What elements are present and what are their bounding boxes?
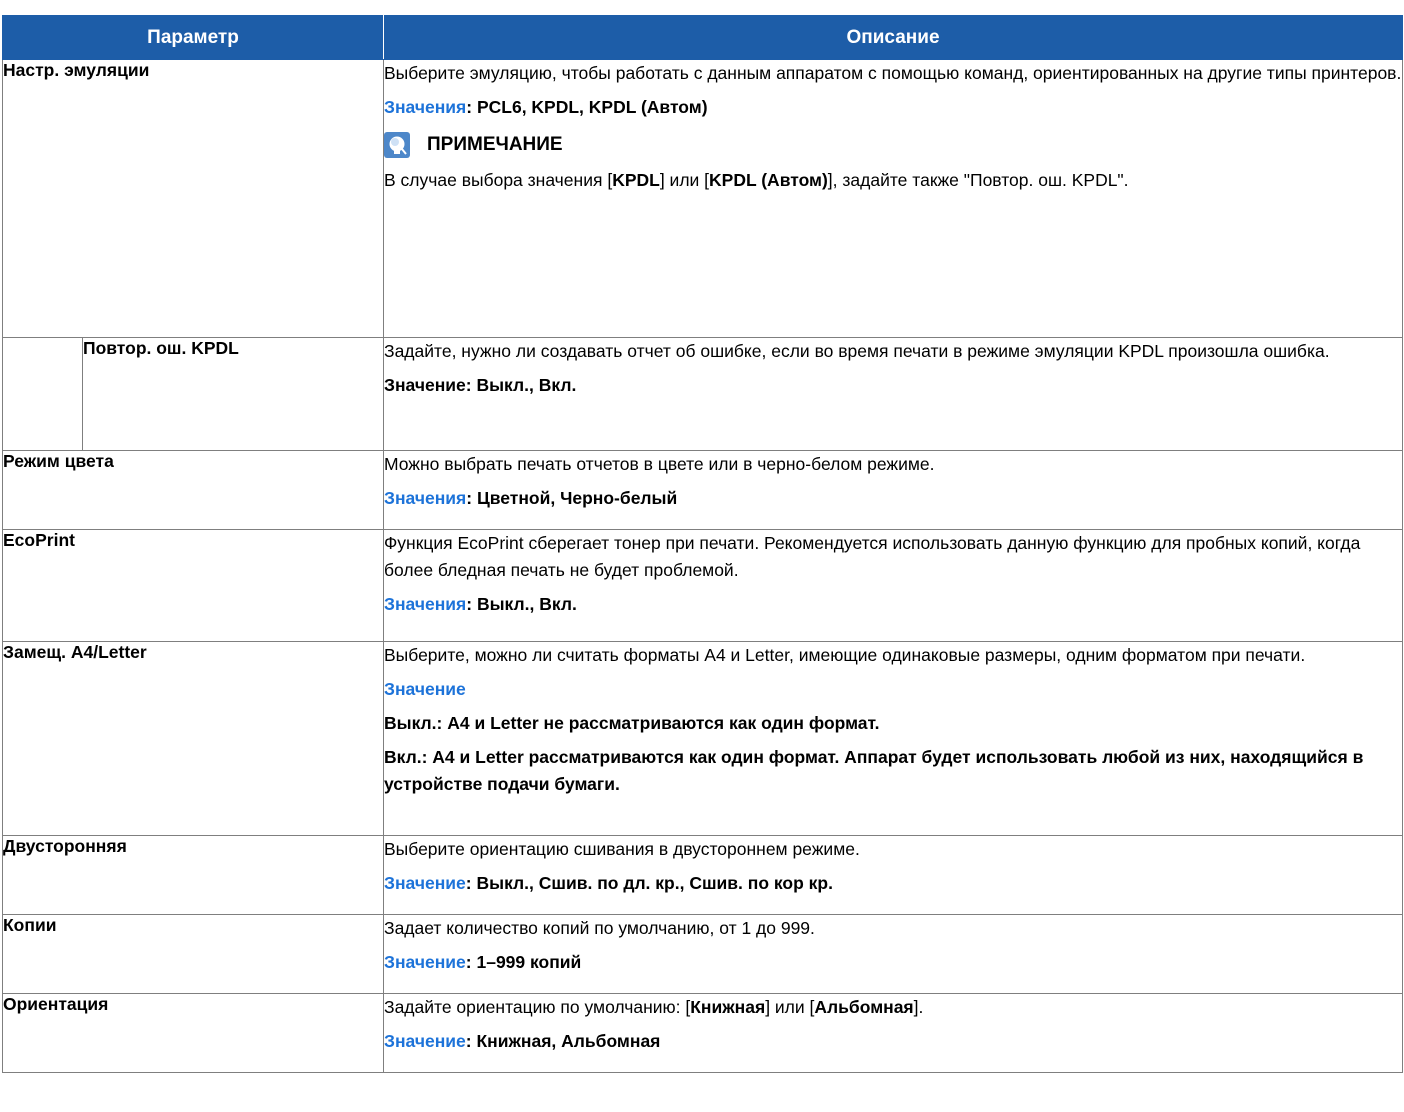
value-off: Выкл.: A4 и Letter не рассматриваются ка… [384, 713, 880, 733]
value-text: : Цветной, Черно-белый [466, 488, 678, 508]
value-label: Значения [384, 488, 467, 508]
table-row: Повтор. ош. KPDL Задайте, нужно ли созда… [2, 337, 1403, 451]
param-a4-letter: Замещ. A4/Letter [2, 641, 384, 836]
desc-duplex: Выберите ориентацию сшивания в двусторон… [383, 835, 1403, 915]
indent-cell [2, 337, 83, 451]
desc-text: Можно выбрать печать отчетов в цвете или… [384, 454, 935, 474]
note-title: ПРИМЕЧАНИЕ [427, 134, 563, 155]
desc-ecoprint: Функция EcoPrint сберегает тонер при печ… [383, 529, 1403, 642]
value-label: Значение [384, 1031, 466, 1051]
desc-color-mode: Можно выбрать печать отчетов в цвете или… [383, 450, 1403, 530]
header-description: Описание [383, 15, 1403, 60]
note-lightbulb-icon [384, 131, 410, 158]
param-color-mode: Режим цвета [2, 450, 384, 530]
value-line: Значения: Цветной, Черно-белый [384, 485, 1402, 512]
desc-text: Выберите эмуляцию, чтобы работать с данн… [384, 63, 1402, 83]
desc-copies: Задает количество копий по умолчанию, от… [383, 914, 1403, 994]
table-row: Режим цвета Можно выбрать печать отчетов… [2, 450, 1403, 530]
value-line: Значение: Книжная, Альбомная [384, 1028, 1402, 1055]
desc-orientation: Задайте ориентацию по умолчанию: [Книжна… [383, 993, 1403, 1073]
desc-kpdl-error: Задайте, нужно ли создавать отчет об оши… [383, 337, 1403, 451]
param-kpdl-error: Повтор. ош. KPDL [82, 337, 384, 451]
desc-a4-letter: Выберите, можно ли считать форматы A4 и … [383, 641, 1403, 836]
value-label: Значение [384, 952, 466, 972]
note-text-part: ] или [ [659, 170, 710, 190]
param-copies: Копии [2, 914, 384, 994]
desc-text: Выберите ориентацию сшивания в двусторон… [384, 839, 860, 859]
desc-text-part: Задайте ориентацию по умолчанию: [ [384, 997, 691, 1017]
header-param: Параметр [2, 15, 384, 60]
table-row: Ориентация Задайте ориентацию по умолчан… [2, 993, 1403, 1073]
note-text-part: В случае выбора значения [ [384, 170, 613, 190]
value-label: Значение [384, 679, 466, 699]
value-text: : 1–999 копий [465, 952, 582, 972]
desc-text: Задайте ориентацию по умолчанию: [Книжна… [384, 994, 1402, 1021]
desc-emulation: Выберите эмуляцию, чтобы работать с данн… [383, 59, 1403, 338]
desc-text: Функция EcoPrint сберегает тонер при печ… [384, 533, 1361, 580]
value-label: Значения [384, 97, 467, 117]
desc-text-part: ] или [ [765, 997, 815, 1017]
desc-bold-part: Книжная [690, 997, 766, 1017]
table-row: Двусторонняя Выберите ориентацию сшивани… [2, 835, 1403, 915]
table-header-row: Параметр Описание [2, 15, 1403, 60]
desc-text: Задайте, нужно ли создавать отчет об оши… [384, 341, 1330, 361]
value-line: Значение: Выкл., Сшив. по дл. кр., Сшив.… [384, 870, 1402, 897]
note-text-part: ], задайте также "Повтор. ош. KPDL". [827, 170, 1129, 190]
param-duplex: Двусторонняя [2, 835, 384, 915]
value-text: : PCL6, KPDL, KPDL (Автом) [466, 97, 708, 117]
value-line: Значения: PCL6, KPDL, KPDL (Автом) [384, 94, 1402, 121]
value-line: Значения: Выкл., Вкл. [384, 591, 1402, 618]
desc-bold-part: Альбомная [814, 997, 914, 1017]
value-on: Вкл.: A4 и Letter рассматриваются как од… [384, 747, 1364, 794]
param-ecoprint: EcoPrint [2, 529, 384, 642]
value-text: : Выкл., Вкл. [466, 594, 577, 614]
table-row: Замещ. A4/Letter Выберите, можно ли счит… [2, 641, 1403, 836]
note-bold-part: KPDL [612, 170, 660, 190]
desc-text: Задает количество копий по умолчанию, от… [384, 918, 815, 938]
value-text: : Выкл., Сшив. по дл. кр., Сшив. по кор … [465, 873, 833, 893]
note-header: ПРИМЕЧАНИЕ [384, 131, 1402, 158]
table-row: EcoPrint Функция EcoPrint сберегает тоне… [2, 529, 1403, 642]
table-row: Настр. эмуляции Выберите эмуляцию, чтобы… [2, 59, 1403, 338]
value-label: Значение [384, 873, 466, 893]
param-emulation: Настр. эмуляции [2, 59, 384, 338]
note-bold-part: KPDL (Автом) [709, 170, 828, 190]
note-text: В случае выбора значения [KPDL] или [KPD… [384, 167, 1402, 194]
desc-text-part: ]. [913, 997, 924, 1017]
table-row: Копии Задает количество копий по умолчан… [2, 914, 1403, 994]
value-line: Значение: Выкл., Вкл. [384, 375, 577, 395]
value-label: Значения [384, 594, 467, 614]
value-line: Значение: 1–999 копий [384, 949, 1402, 976]
param-orientation: Ориентация [2, 993, 384, 1073]
settings-table: Параметр Описание Настр. эмуляции Выбери… [2, 15, 1403, 1073]
desc-text: Выберите, можно ли считать форматы A4 и … [384, 645, 1306, 665]
value-text: : Книжная, Альбомная [465, 1031, 661, 1051]
